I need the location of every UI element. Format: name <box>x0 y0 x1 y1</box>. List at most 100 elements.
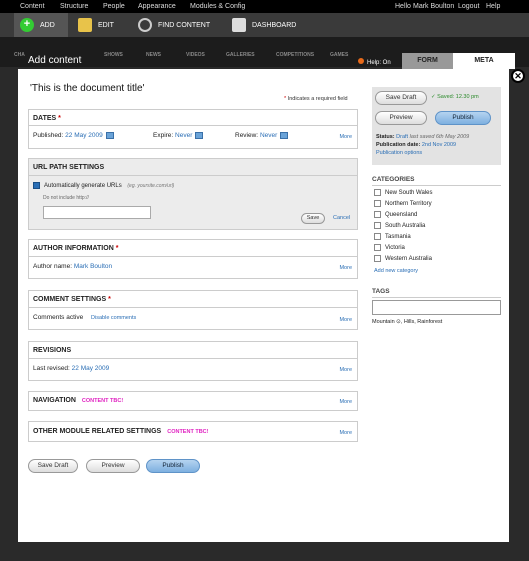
menu-modules[interactable]: Modules & Config <box>190 3 245 10</box>
add-button[interactable]: + ADD <box>14 13 68 37</box>
comment-more-link[interactable]: More <box>339 317 352 323</box>
category-label: South Australia <box>385 223 426 230</box>
dashboard-label: DASHBOARD <box>252 21 297 29</box>
published-label: Published: <box>33 132 64 140</box>
publish-box: Save Draft ✓ Saved: 12.30 pm Preview Pub… <box>372 87 501 165</box>
bg-nav-item: GALLERIES <box>226 52 255 58</box>
author-section: AUTHOR INFORMATION * Author name: Mark B… <box>28 239 358 279</box>
other-more-link[interactable]: More <box>339 430 352 436</box>
category-label: Queensland <box>385 212 418 219</box>
content-tbc-label: CONTENT TBC! <box>81 398 124 404</box>
calendar-icon[interactable] <box>195 132 204 139</box>
publish-button[interactable]: Publish <box>146 459 200 473</box>
last-revised-label: Last revised: <box>33 365 70 372</box>
checkbox[interactable] <box>374 255 381 262</box>
edit-button[interactable]: EDIT <box>78 13 114 37</box>
logout-link[interactable]: Logout <box>458 3 479 10</box>
calendar-icon[interactable] <box>280 132 289 139</box>
checkbox[interactable] <box>374 211 381 218</box>
find-content-button[interactable]: FIND CONTENT <box>138 13 210 37</box>
menu-appearance[interactable]: Appearance <box>138 3 176 10</box>
category-label: Victoria <box>385 245 405 252</box>
navigation-section: NAVIGATION CONTENT TBC! More <box>28 391 358 411</box>
author-field: Author name: Mark Boulton <box>33 263 112 270</box>
disable-comments-link[interactable]: Disable comments <box>91 315 136 321</box>
other-heading: OTHER MODULE RELATED SETTINGS CONTENT TBC… <box>33 428 208 435</box>
document-title[interactable]: 'This is the document title' <box>30 83 144 94</box>
expire-label: Expire: <box>153 132 174 140</box>
category-label: Tasmania <box>385 234 411 241</box>
dashboard-icon <box>232 18 246 32</box>
status-value[interactable]: Draft <box>396 134 408 140</box>
revisions-section: REVISIONS Last revised: 22 May 2009 More <box>28 341 358 381</box>
navigation-heading: NAVIGATION CONTENT TBC! <box>33 397 123 404</box>
category-item[interactable]: Northern Territory <box>374 200 432 207</box>
tab-meta[interactable]: META <box>453 53 515 69</box>
category-item[interactable]: Tasmania <box>374 233 411 240</box>
content-tbc-label: CONTENT TBC! <box>167 429 209 435</box>
sidebar-publish-button[interactable]: Publish <box>435 111 491 125</box>
publication-options-link[interactable]: Publication options <box>376 149 469 157</box>
category-item[interactable]: Victoria <box>374 244 405 251</box>
review-field: Review: Never <box>235 132 289 139</box>
author-more-link[interactable]: More <box>339 265 352 271</box>
help-icon <box>358 58 364 64</box>
save-draft-button[interactable]: Save Draft <box>28 459 78 473</box>
checkbox[interactable] <box>374 222 381 229</box>
sidebar-save-draft-button[interactable]: Save Draft <box>375 91 427 105</box>
dates-more-link[interactable]: More <box>339 134 352 140</box>
menu-people[interactable]: People <box>103 3 125 10</box>
revisions-more-link[interactable]: More <box>339 367 352 373</box>
tab-form[interactable]: FORM <box>402 53 453 69</box>
comment-heading-text: COMMENT SETTINGS <box>33 296 107 303</box>
auto-url-label: Automatically generate URLs <box>44 183 122 190</box>
menu-structure[interactable]: Structure <box>60 3 88 10</box>
help-toggle[interactable]: Help: On <box>358 58 391 66</box>
category-item[interactable]: New South Wales <box>374 189 432 196</box>
add-category-link[interactable]: Add new category <box>374 268 418 274</box>
category-item[interactable]: South Australia <box>374 222 425 229</box>
menu-content[interactable]: Content <box>20 3 45 10</box>
revisions-heading: REVISIONS <box>33 347 72 354</box>
expire-date[interactable]: Never <box>175 132 192 139</box>
author-name[interactable]: Mark Boulton <box>74 263 112 270</box>
bg-nav-item: CHA <box>14 52 25 58</box>
help-link[interactable]: Help <box>486 3 500 10</box>
last-revised-date[interactable]: 22 May 2009 <box>72 365 110 372</box>
publish-status: Status: Draft last saved 6th May 2009 Pu… <box>376 133 469 157</box>
url-save-button[interactable]: Save <box>301 213 325 224</box>
auto-url-checkbox[interactable]: Automatically generate URLs (eg. yoursit… <box>33 182 174 189</box>
magnifier-icon <box>138 18 152 32</box>
add-label: ADD <box>40 21 55 29</box>
url-hint: Do not include http:// <box>43 195 89 201</box>
sidebar-preview-button[interactable]: Preview <box>375 111 427 125</box>
author-heading: AUTHOR INFORMATION * <box>33 245 119 252</box>
published-date[interactable]: 22 May 2009 <box>65 132 103 139</box>
tags-heading: TAGS <box>372 288 390 295</box>
dates-section: DATES * Published: 22 May 2009 Expire: N… <box>28 109 358 149</box>
category-label: New South Wales <box>385 190 433 197</box>
checkbox-checked[interactable] <box>33 182 40 189</box>
tags-input[interactable] <box>372 300 501 315</box>
bg-nav-item: VIDEOS <box>186 52 205 58</box>
url-path-input[interactable] <box>43 206 151 219</box>
close-icon[interactable]: ✕ <box>511 69 525 83</box>
status-label: Status: <box>376 134 395 140</box>
checkbox[interactable] <box>374 200 381 207</box>
preview-button[interactable]: Preview <box>86 459 140 473</box>
review-date[interactable]: Never <box>260 132 277 139</box>
navigation-more-link[interactable]: More <box>339 399 352 405</box>
required-note: * Indicates a required field <box>284 96 348 102</box>
url-cancel-link[interactable]: Cancel <box>333 215 350 221</box>
bg-nav-item: GAMES <box>330 52 349 58</box>
category-item[interactable]: Western Australia <box>374 255 432 262</box>
checkbox[interactable] <box>374 244 381 251</box>
calendar-icon[interactable] <box>105 132 114 139</box>
category-item[interactable]: Queensland <box>374 211 417 218</box>
checkbox[interactable] <box>374 233 381 240</box>
checkbox[interactable] <box>374 189 381 196</box>
edit-label: EDIT <box>98 21 114 29</box>
dashboard-button[interactable]: DASHBOARD <box>232 13 296 37</box>
pub-date-value[interactable]: 2nd Nov 2009 <box>422 142 456 148</box>
user-name[interactable]: Mark Boulton <box>413 3 454 10</box>
